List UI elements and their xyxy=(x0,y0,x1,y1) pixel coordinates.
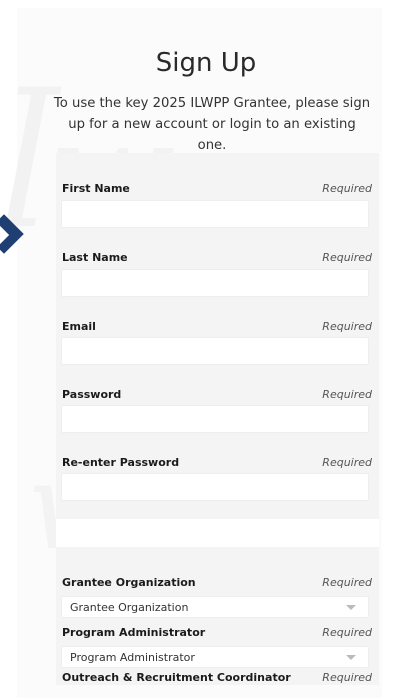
form-section-gap xyxy=(56,519,379,547)
reenter-password-input[interactable] xyxy=(61,473,369,501)
last-name-input[interactable] xyxy=(61,269,369,297)
reenter-password-required: Required xyxy=(322,456,372,469)
email-input[interactable] xyxy=(61,337,369,365)
outreach-coordinator-required: Required xyxy=(322,671,372,684)
page-title: Sign Up xyxy=(155,48,257,78)
email-required: Required xyxy=(322,320,372,333)
password-label: Password xyxy=(62,388,122,401)
program-administrator-select[interactable]: Program Administrator xyxy=(61,646,369,668)
reenter-password-label: Re-enter Password xyxy=(62,456,180,469)
grantee-organization-label: Grantee Organization xyxy=(62,576,196,589)
first-name-label: First Name xyxy=(62,182,130,195)
first-name-input[interactable] xyxy=(61,200,369,228)
program-administrator-label: Program Administrator xyxy=(62,626,206,639)
grantee-organization-selected: Grantee Organization xyxy=(70,601,189,614)
grantee-organization-required: Required xyxy=(322,576,372,589)
password-input[interactable] xyxy=(61,405,369,433)
last-name-required: Required xyxy=(322,251,372,264)
caret-down-icon xyxy=(346,605,356,610)
outreach-coordinator-label: Outreach & Recruitment Coordinator xyxy=(62,671,291,684)
first-name-required: Required xyxy=(322,182,372,195)
program-administrator-required: Required xyxy=(322,626,372,639)
email-label: Email xyxy=(62,320,96,333)
program-administrator-selected: Program Administrator xyxy=(70,651,195,664)
caret-down-icon xyxy=(346,655,356,660)
page-subtitle: To use the key 2025 ILWPP Grantee, pleas… xyxy=(53,96,371,153)
last-name-label: Last Name xyxy=(62,251,128,264)
grantee-organization-select[interactable]: Grantee Organization xyxy=(61,596,369,618)
password-required: Required xyxy=(322,388,372,401)
